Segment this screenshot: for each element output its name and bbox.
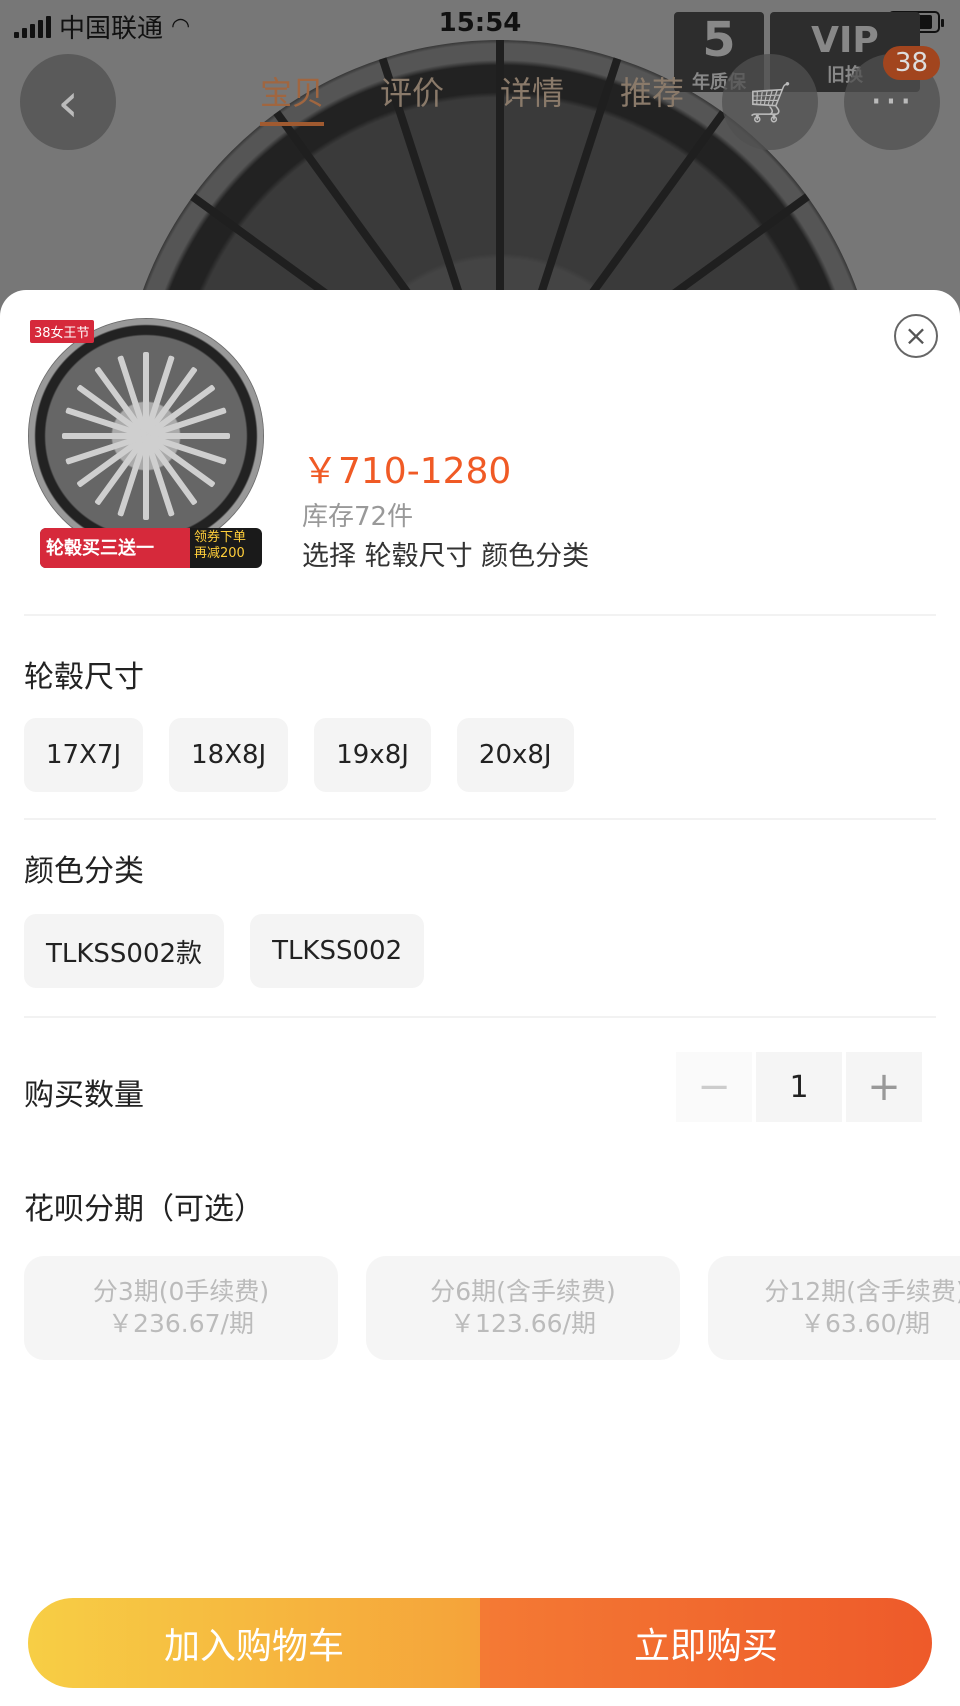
promo-banner: 轮毂买三送一 领券下单 再减200 bbox=[40, 528, 262, 568]
size-option[interactable]: 17X7J bbox=[24, 718, 144, 792]
quantity-stepper: − 1 + bbox=[676, 1052, 922, 1122]
color-option[interactable]: TLKSS002 bbox=[250, 914, 425, 988]
sku-selection-sheet: × 38女王节 轮毂买三送一 领券下单 再减200 ￥710-1280 库存72… bbox=[0, 290, 960, 1706]
close-button[interactable]: × bbox=[894, 314, 938, 358]
quantity-label: 购买数量 bbox=[24, 1078, 144, 1113]
quantity-increase-button[interactable]: + bbox=[846, 1052, 922, 1122]
buy-now-button[interactable]: 立即购买 bbox=[480, 1598, 932, 1688]
installment-period: 分12期(含手续费) bbox=[764, 1277, 960, 1306]
quantity-value[interactable]: 1 bbox=[756, 1052, 842, 1122]
divider bbox=[24, 1016, 936, 1018]
stock-count: 库存72件 bbox=[302, 502, 414, 532]
cart-button[interactable]: 🛒︎ bbox=[722, 54, 818, 150]
installment-option[interactable]: 分6期(含手续费) ￥123.66/期 bbox=[366, 1256, 680, 1360]
tab-recommend[interactable]: 推荐 bbox=[620, 68, 684, 126]
close-icon: × bbox=[904, 319, 928, 352]
more-icon: ··· bbox=[869, 79, 915, 125]
back-button[interactable]: ‹ bbox=[20, 54, 116, 150]
tab-baobei[interactable]: 宝贝 bbox=[260, 68, 325, 126]
size-options: 17X7J 18X8J 19x8J 20x8J bbox=[24, 718, 574, 792]
price-range: ￥710-1280 bbox=[302, 451, 512, 492]
divider bbox=[24, 614, 936, 616]
tab-details[interactable]: 详情 bbox=[500, 68, 564, 126]
divider bbox=[24, 818, 936, 820]
installment-option[interactable]: 分12期(含手续费) ￥63.60/期 bbox=[708, 1256, 960, 1360]
size-option[interactable]: 20x8J bbox=[456, 718, 574, 792]
installment-title: 花呗分期（可选） bbox=[24, 1192, 264, 1227]
installment-amount: ￥123.66/期 bbox=[450, 1309, 596, 1338]
action-bar: 加入购物车 立即购买 bbox=[28, 1598, 932, 1688]
color-options: TLKSS002款 TLKSS002 bbox=[24, 914, 425, 988]
color-section-title: 颜色分类 bbox=[24, 854, 144, 889]
size-option[interactable]: 19x8J bbox=[314, 718, 431, 792]
installment-amount: ￥236.67/期 bbox=[108, 1309, 254, 1338]
promo-coupon-text: 领券下单 bbox=[194, 530, 247, 545]
chevron-left-icon: ‹ bbox=[57, 70, 79, 134]
festival-tag: 38女王节 bbox=[30, 320, 94, 343]
quantity-decrease-button[interactable]: − bbox=[676, 1052, 752, 1122]
product-thumbnail: 38女王节 bbox=[28, 318, 264, 558]
promo-banner-side: 领券下单 再减200 bbox=[190, 528, 250, 568]
wheel-image bbox=[28, 318, 264, 554]
installment-period: 分3期(0手续费) bbox=[92, 1277, 270, 1306]
installment-amount: ￥63.60/期 bbox=[800, 1309, 930, 1338]
installment-options: 分3期(0手续费) ￥236.67/期 分6期(含手续费) ￥123.66/期 … bbox=[24, 1256, 960, 1360]
color-option[interactable]: TLKSS002款 bbox=[24, 914, 225, 988]
promo-banner-main: 轮毂买三送一 bbox=[40, 528, 190, 568]
cart-icon: 🛒︎ bbox=[744, 79, 796, 126]
promo-discount-text: 再减200 bbox=[194, 546, 245, 561]
top-nav-tabs: 宝贝 评价 详情 推荐 bbox=[260, 68, 684, 126]
installment-option[interactable]: 分3期(0手续费) ￥236.67/期 bbox=[24, 1256, 338, 1360]
add-to-cart-button[interactable]: 加入购物车 bbox=[28, 1598, 480, 1688]
tab-reviews[interactable]: 评价 bbox=[380, 68, 444, 126]
size-option[interactable]: 18X8J bbox=[169, 718, 289, 792]
notification-badge: 38 bbox=[882, 46, 940, 80]
size-section-title: 轮毂尺寸 bbox=[24, 660, 144, 695]
installment-period: 分6期(含手续费) bbox=[430, 1277, 616, 1306]
selection-hint: 选择 轮毂尺寸 颜色分类 bbox=[302, 541, 590, 572]
